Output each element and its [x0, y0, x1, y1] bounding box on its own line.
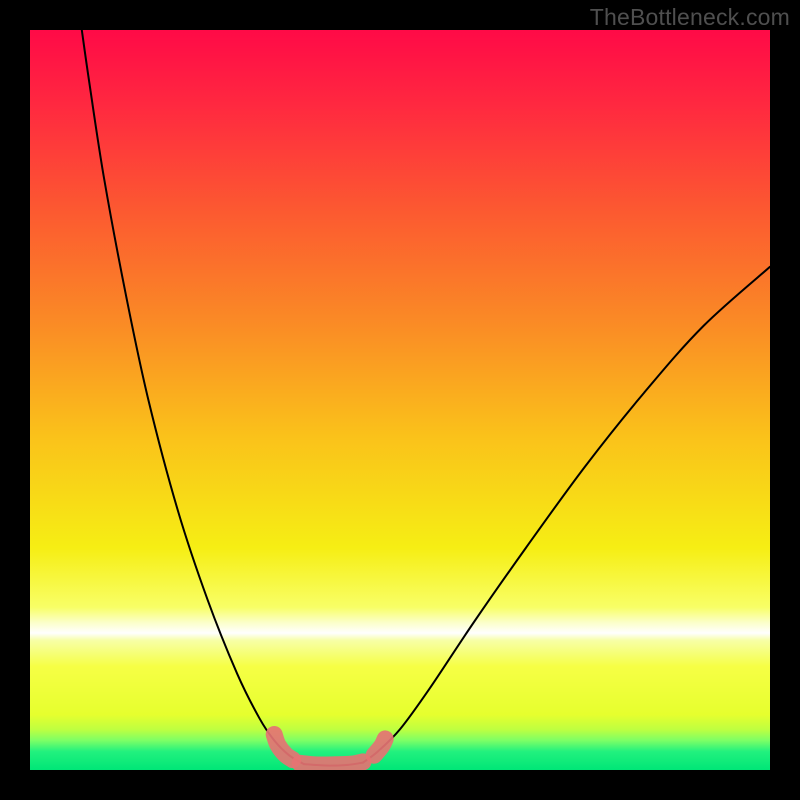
marker-valley-right [374, 739, 385, 755]
marker-valley-bottom [300, 762, 363, 765]
marker-layer [30, 30, 770, 770]
plot-area [30, 30, 770, 770]
chart-frame: TheBottleneck.com [0, 0, 800, 800]
marker-valley-left [274, 734, 293, 759]
watermark-text: TheBottleneck.com [590, 4, 790, 31]
